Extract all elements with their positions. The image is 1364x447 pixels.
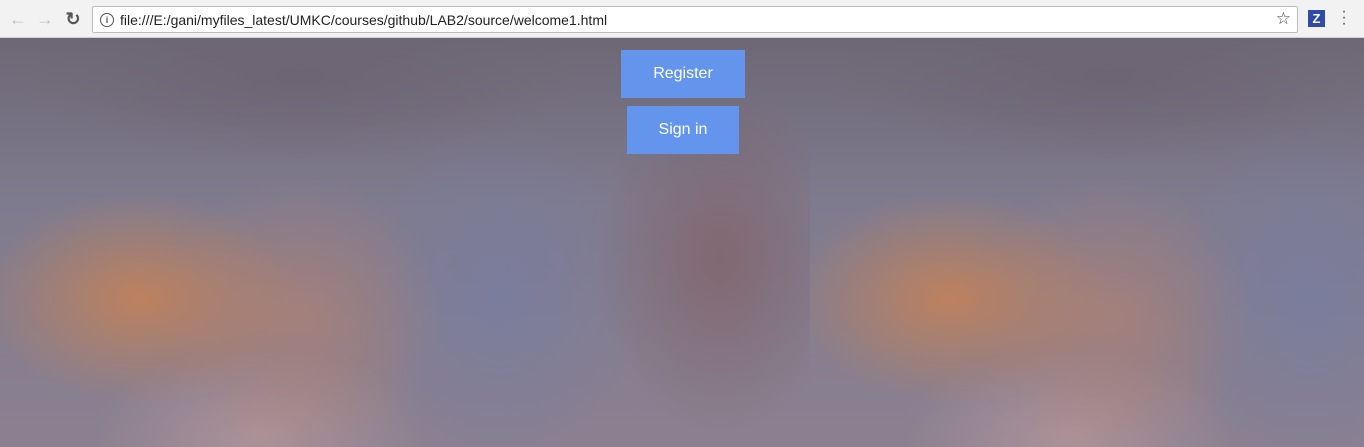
info-icon[interactable]: i bbox=[100, 12, 114, 27]
menu-icon[interactable]: · · · bbox=[1341, 4, 1347, 32]
address-bar[interactable]: i file:///E:/gani/myfiles_latest/UMKC/co… bbox=[92, 6, 1298, 33]
url-text[interactable]: file:///E:/gani/myfiles_latest/UMKC/cour… bbox=[120, 12, 607, 28]
forward-icon[interactable]: → bbox=[34, 8, 56, 30]
background-image bbox=[810, 38, 1364, 447]
page-content: Register Sign in bbox=[0, 38, 1364, 447]
reload-icon[interactable]: ↻ bbox=[62, 8, 84, 30]
bookmark-star-icon[interactable]: ☆ bbox=[1276, 9, 1291, 29]
background-image bbox=[0, 38, 810, 447]
register-button[interactable]: Register bbox=[621, 50, 745, 98]
browser-toolbar: ← → ↻ i file:///E:/gani/myfiles_latest/U… bbox=[0, 0, 1364, 38]
signin-button[interactable]: Sign in bbox=[627, 106, 739, 154]
back-icon[interactable]: ← bbox=[7, 8, 29, 30]
extension-icon[interactable]: Z bbox=[1308, 10, 1325, 27]
